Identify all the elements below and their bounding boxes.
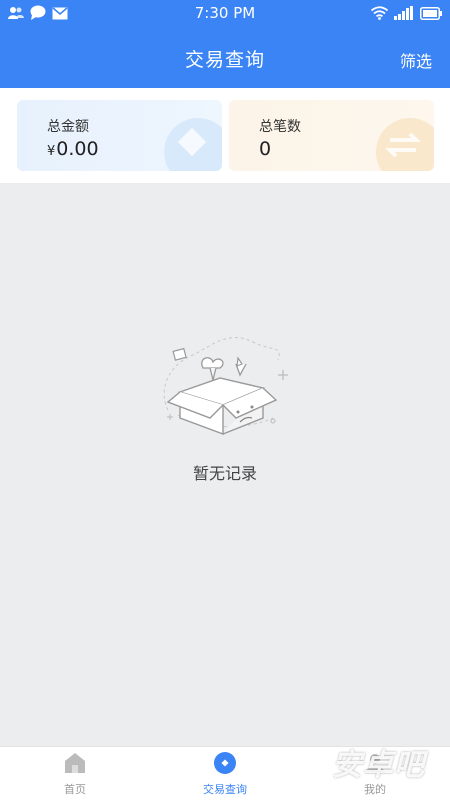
home-icon — [64, 752, 86, 774]
total-count-label: 总笔数 — [259, 119, 301, 135]
nav-item-home[interactable]: 首页 — [0, 747, 150, 800]
amount-decoration-icon — [164, 118, 222, 171]
currency-symbol: ¥ — [47, 144, 56, 159]
empty-box-icon — [158, 330, 293, 444]
status-bar: 7:30 PM — [0, 0, 450, 28]
page-title: 交易查询 — [184, 49, 265, 71]
filter-button[interactable]: 筛选 — [400, 48, 432, 72]
total-amount-value: ¥0.00 — [47, 138, 99, 160]
nav-item-transactions[interactable]: 交易查询 — [150, 747, 300, 800]
nav-label-home: 首页 — [64, 783, 86, 796]
status-indicators — [370, 5, 442, 24]
nav-label-transactions: 交易查询 — [203, 783, 247, 796]
total-amount-label: 总金额 — [47, 119, 89, 135]
total-count-card: 总笔数 0 — [229, 100, 434, 171]
total-amount-card: 总金额 ¥0.00 — [17, 100, 222, 171]
watermark-logo: 安卓吧 — [332, 748, 425, 783]
wifi-icon — [370, 5, 389, 24]
signal-icon — [394, 5, 414, 24]
total-count-value: 0 — [259, 138, 272, 160]
battery-icon — [420, 5, 442, 24]
summary-section: 总金额 ¥0.00 总笔数 0 — [0, 88, 450, 183]
count-decoration-icon — [376, 118, 434, 171]
empty-state-text: 暂无记录 — [192, 464, 257, 483]
app-header: 交易查询 筛选 — [0, 28, 450, 88]
transaction-icon — [214, 752, 236, 774]
amount-number: 0.00 — [56, 138, 99, 160]
